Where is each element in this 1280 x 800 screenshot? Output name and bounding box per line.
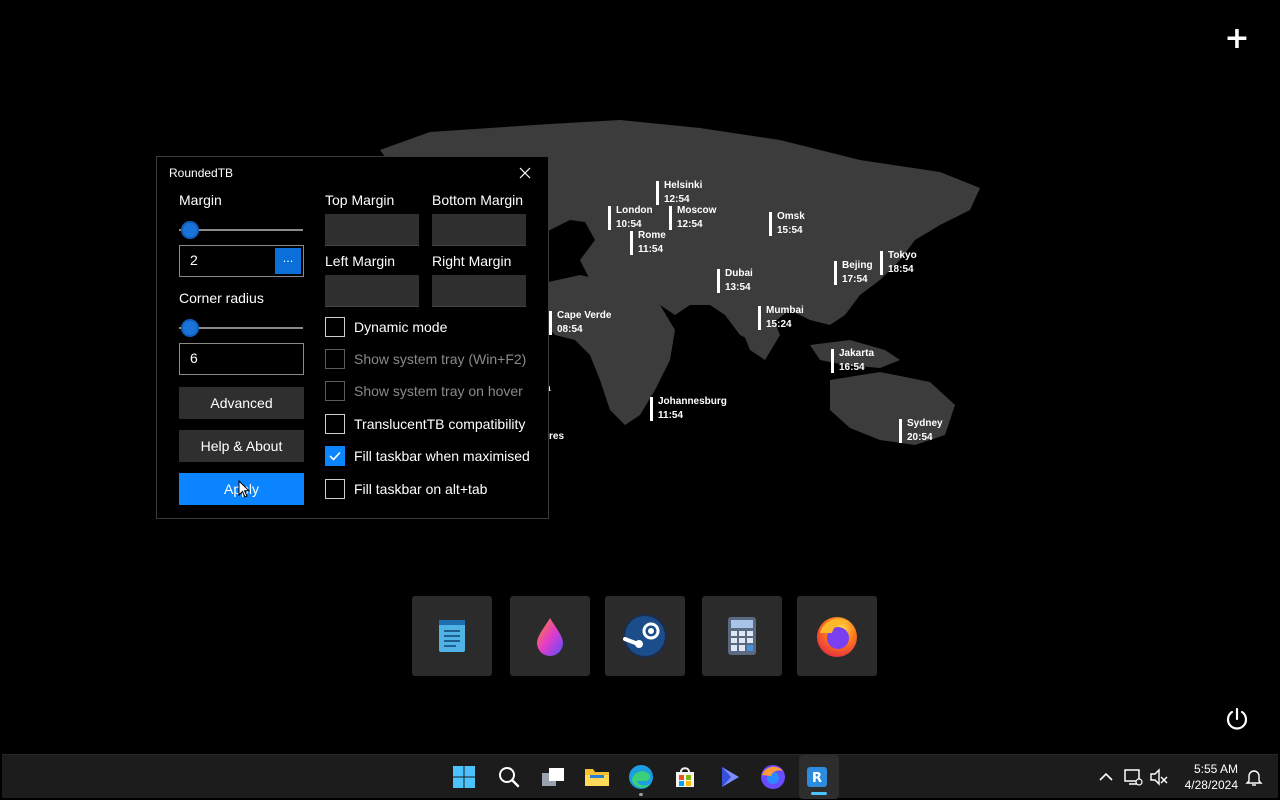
taskbar-clock[interactable]: 5:55 AM 4/28/2024: [1178, 761, 1238, 793]
bottom-margin-input[interactable]: [432, 214, 526, 246]
folder-icon: [585, 769, 609, 786]
network-icon[interactable]: [1123, 767, 1143, 787]
clock-time: 5:55 AM: [1193, 762, 1238, 776]
partial-city-label: res: [549, 431, 565, 442]
option-fill-alttab[interactable]: Fill taskbar on alt+tab: [325, 479, 487, 499]
bottom-margin-label: Bottom Margin: [432, 192, 524, 208]
checkbox[interactable]: [325, 317, 345, 337]
left-margin-input[interactable]: [325, 275, 419, 307]
firefox-icon: [761, 765, 785, 789]
power-icon[interactable]: [1224, 706, 1250, 732]
city-label: Sydney 20:54: [899, 417, 943, 445]
edge-icon: [629, 765, 653, 789]
margin-value: 2: [190, 252, 198, 268]
dock-notepad[interactable]: [412, 596, 492, 676]
option-label: Show system tray on hover: [354, 383, 523, 399]
checkbox: [325, 349, 345, 369]
taskbar-edge[interactable]: [627, 763, 655, 791]
add-icon[interactable]: +: [1222, 24, 1252, 54]
dock-firefox[interactable]: [797, 596, 877, 676]
city-label: Moscow 12:54: [669, 204, 716, 232]
right-margin-label: Right Margin: [432, 253, 512, 269]
right-margin-input[interactable]: [432, 275, 526, 307]
store-icon: [676, 767, 694, 787]
play-icon: [722, 767, 739, 787]
checkbox-checked[interactable]: [325, 446, 345, 466]
option-label: Fill taskbar on alt+tab: [354, 481, 488, 497]
margin-label: Margin: [179, 192, 222, 208]
notepad-icon: [439, 620, 465, 652]
option-translucenttb[interactable]: TranslucentTB compatibility: [325, 414, 525, 434]
active-app-indicator: [811, 792, 827, 795]
svg-text:R: R: [812, 771, 822, 786]
city-label: Dubai 13:54: [717, 267, 753, 295]
dock-paint[interactable]: [510, 596, 590, 676]
help-about-button[interactable]: Help & About: [179, 430, 304, 462]
city-label: Bejing 17:54: [834, 259, 873, 287]
taskbar-file-explorer[interactable]: [583, 763, 611, 791]
checkbox[interactable]: [325, 479, 345, 499]
city-label: Rome 11:54: [630, 229, 666, 257]
option-dynamic-mode[interactable]: Dynamic mode: [325, 317, 447, 337]
steam-icon: [623, 614, 667, 658]
option-label: Fill taskbar when maximised: [354, 448, 530, 464]
option-label: Dynamic mode: [354, 319, 448, 335]
top-margin-label: Top Margin: [325, 192, 395, 208]
option-fill-maximised[interactable]: Fill taskbar when maximised: [325, 446, 530, 466]
windows-start-icon: [453, 766, 475, 788]
taskbar-firefox[interactable]: [759, 763, 787, 791]
volume-muted-icon[interactable]: [1149, 767, 1169, 787]
running-app-indicator: [639, 793, 643, 796]
dialog-title: RoundedTB: [169, 166, 234, 180]
dock-steam[interactable]: [605, 596, 685, 676]
mouse-cursor-icon: [238, 480, 250, 498]
taskbar-task-view[interactable]: [539, 763, 567, 791]
option-tray-hover: Show system tray on hover: [325, 381, 523, 401]
start-button[interactable]: [450, 763, 478, 791]
taskbar: R 5:55 AM 4/28/2024: [2, 754, 1278, 799]
checkbox[interactable]: [325, 414, 345, 434]
advanced-button[interactable]: Advanced: [179, 387, 304, 419]
corner-radius-value: 6: [190, 350, 198, 366]
taskbar-store[interactable]: [671, 763, 699, 791]
corner-slider-thumb[interactable]: [181, 319, 199, 337]
option-label: Show system tray (Win+F2): [354, 351, 527, 367]
notification-bell-icon[interactable]: [1244, 767, 1264, 787]
desktop: Helsinki 12:54 London 10:54 Moscow 12:54 Om…: [0, 0, 1280, 800]
search-icon: [499, 767, 520, 788]
chevron-up-icon[interactable]: [1096, 767, 1116, 787]
margin-slider-thumb[interactable]: [181, 221, 199, 239]
taskbar-clipchamp[interactable]: [715, 763, 743, 791]
task-view-icon: [542, 768, 564, 786]
city-label: Cape Verde 08:54: [549, 309, 611, 337]
checkbox: [325, 381, 345, 401]
top-margin-input[interactable]: [325, 214, 419, 246]
checkmark-icon: [329, 451, 341, 461]
taskbar-roundedtb[interactable]: R: [803, 763, 831, 791]
left-margin-label: Left Margin: [325, 253, 396, 269]
close-icon[interactable]: [517, 165, 533, 181]
option-label: TranslucentTB compatibility: [354, 416, 526, 432]
firefox-icon: [817, 617, 857, 657]
paint-drop-icon: [537, 618, 563, 656]
city-label: Omsk 15:54: [769, 210, 805, 238]
clock-date: 4/28/2024: [1184, 778, 1238, 792]
dock-calculator[interactable]: [702, 596, 782, 676]
taskbar-search[interactable]: [495, 763, 523, 791]
corner-radius-input[interactable]: 6: [179, 343, 304, 375]
margin-slider[interactable]: [179, 220, 303, 240]
calculator-icon: [728, 617, 756, 655]
city-label: Johannesburg 11:54: [650, 395, 727, 423]
city-label: Tokyo 18:54: [880, 249, 917, 277]
option-show-tray: Show system tray (Win+F2): [325, 349, 526, 369]
corner-radius-label: Corner radius: [179, 290, 264, 306]
roundedtb-dialog: RoundedTB Margin 2 ... Corner radius 6 A…: [156, 156, 549, 519]
roundedtb-icon: R: [807, 767, 827, 787]
city-label: London 10:54: [608, 204, 653, 232]
margin-more-button[interactable]: ...: [275, 248, 301, 274]
city-label: Mumbai 15:24: [758, 304, 804, 332]
city-label: Jakarta 16:54: [831, 347, 874, 375]
corner-radius-slider[interactable]: [179, 318, 303, 338]
city-label: Helsinki 12:54: [656, 179, 702, 207]
